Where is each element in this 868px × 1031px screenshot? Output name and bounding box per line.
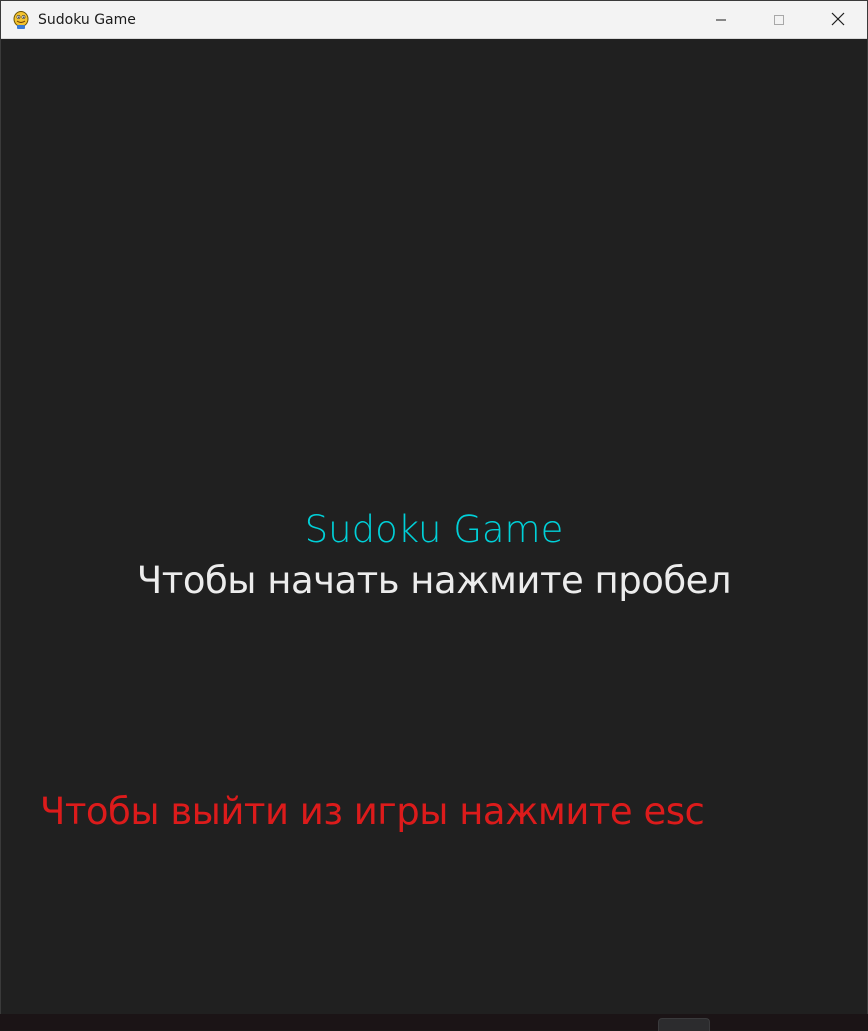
- app-window: Sudoku Game Sudoku Game Чтобы начать наж…: [0, 0, 868, 1030]
- close-button[interactable]: [809, 1, 867, 39]
- maximize-icon: [773, 11, 785, 30]
- maximize-button[interactable]: [750, 1, 808, 39]
- python-snake-icon: [12, 10, 30, 30]
- minimize-button[interactable]: [692, 1, 750, 39]
- minimize-icon: [715, 11, 727, 30]
- desktop-taskbar-item: [658, 1018, 710, 1031]
- start-hint-text: Чтобы начать нажмите пробел: [136, 559, 732, 602]
- title-bar[interactable]: Sudoku Game: [1, 1, 867, 39]
- game-canvas[interactable]: Sudoku Game Чтобы начать нажмите пробел …: [1, 39, 867, 1015]
- game-title: Sudoku Game: [304, 508, 564, 551]
- window-title: Sudoku Game: [38, 12, 136, 28]
- close-icon: [831, 11, 845, 30]
- exit-hint-text: Чтобы выйти из игры нажмите esc: [40, 790, 705, 833]
- desktop-background-strip: [0, 1014, 868, 1030]
